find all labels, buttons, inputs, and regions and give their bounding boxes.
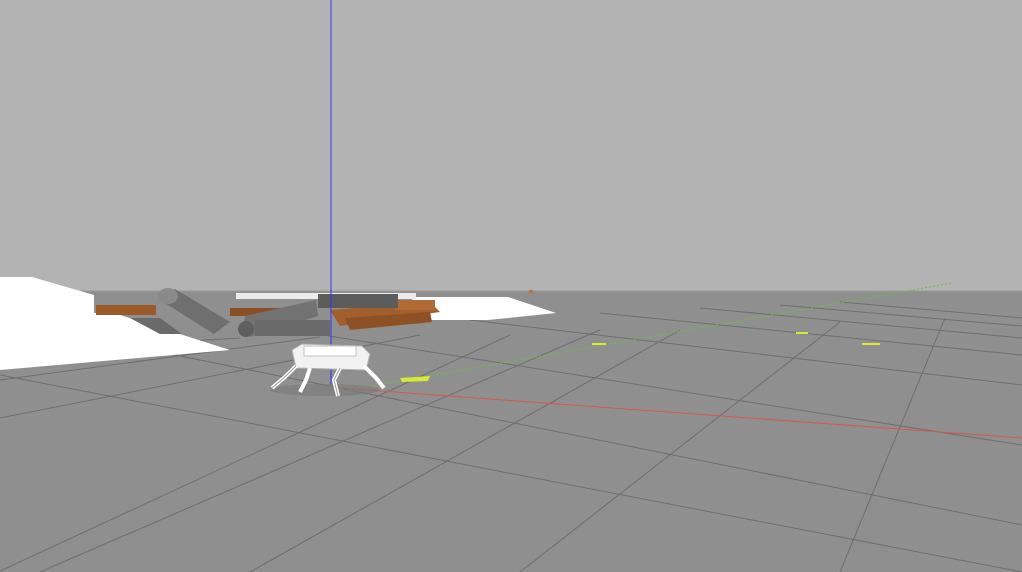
simulation-viewport[interactable]	[0, 0, 1022, 572]
sky	[0, 0, 1022, 292]
scene-3d[interactable]	[0, 0, 1022, 572]
orange-marker	[529, 290, 533, 293]
